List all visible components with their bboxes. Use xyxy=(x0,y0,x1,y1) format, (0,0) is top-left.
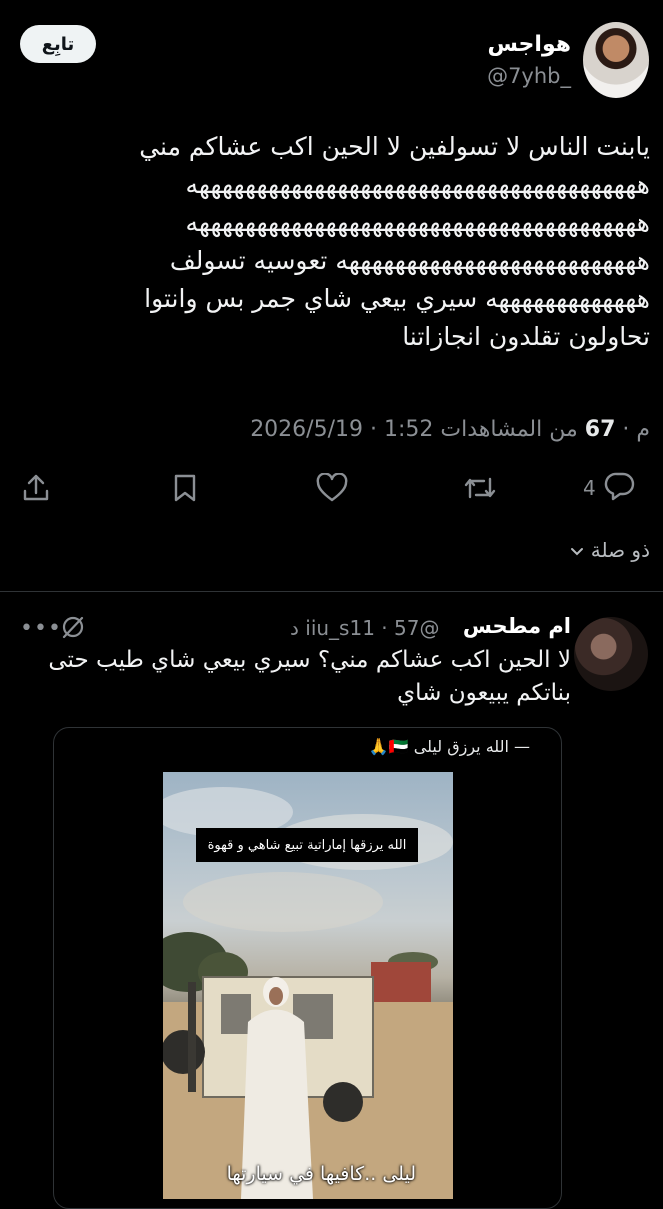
post-text: يابنت الناس لا تسولفين لا الحين اكب عشاك… xyxy=(10,128,650,356)
reply-author-avatar[interactable] xyxy=(574,617,648,691)
bookmark-icon[interactable] xyxy=(170,470,200,506)
reply-author-handle[interactable]: @iiu_s11 xyxy=(305,616,439,640)
post-text-line: ههههههههههههههههههههههههههه تعوسيه تسولف xyxy=(169,246,650,275)
reply-meta: @iiu_s11 · 57 د xyxy=(290,616,440,640)
chevron-down-icon xyxy=(570,538,584,562)
post-text-line: هههههههههههههههههههههههههههههههههههههههه xyxy=(185,208,650,237)
video-bottom-caption: ليلى ..كافيها في سيارتها xyxy=(226,1163,416,1185)
grok-icon[interactable] xyxy=(60,614,86,644)
views-label: من المشاهدات xyxy=(440,417,578,442)
retweet-icon[interactable] xyxy=(463,470,497,506)
post-text-line: هههههههههههههههههههههههههههههههههههههههه xyxy=(185,170,650,199)
reply-button[interactable]: 4 xyxy=(583,470,636,506)
divider xyxy=(0,591,663,592)
reply-text-line: بناتكم يبيعون شاي xyxy=(397,680,571,706)
share-icon[interactable] xyxy=(20,470,52,506)
post-text-line: هههههههههههههه سيري بيعي شاي جمر بس وانت… xyxy=(144,284,650,313)
related-link[interactable]: ذو صلة xyxy=(570,538,650,562)
post-date: 2026/5/19 xyxy=(250,417,363,442)
video-top-caption: الله يرزقها إماراتية تبيع شاهي و قهوة xyxy=(196,828,418,862)
author-avatar[interactable] xyxy=(583,22,649,98)
media-caption: — الله يرزق ليلى 🇦🇪🙏 xyxy=(368,737,530,756)
reply-text-line: لا الحين اكب عشاكم مني؟ سيري بيعي شاي طي… xyxy=(48,647,571,673)
post-text-line: تحاولون تقلدون انجازاتنا xyxy=(402,322,650,351)
more-options-icon[interactable]: ••• xyxy=(20,616,62,641)
reply-icon xyxy=(604,471,636,506)
related-label: ذو صلة xyxy=(590,538,650,562)
author-display-name[interactable]: هواجس xyxy=(487,32,571,57)
views-count: 67 xyxy=(584,417,616,442)
reply-count: 4 xyxy=(583,476,596,500)
reply-author-name[interactable]: ام مطحس xyxy=(463,614,571,638)
reply-text: لا الحين اكب عشاكم مني؟ سيري بيعي شاي طي… xyxy=(31,644,571,710)
author-handle[interactable]: @7yhb_ xyxy=(487,64,571,88)
post-text-line: يابنت الناس لا تسولفين لا الحين اكب عشاك… xyxy=(139,132,650,161)
post-meta: 2026/5/19 · 1:52 م · 67 من المشاهدات xyxy=(250,417,650,442)
follow-button[interactable]: تابِع xyxy=(20,25,96,63)
like-icon[interactable] xyxy=(315,470,349,506)
